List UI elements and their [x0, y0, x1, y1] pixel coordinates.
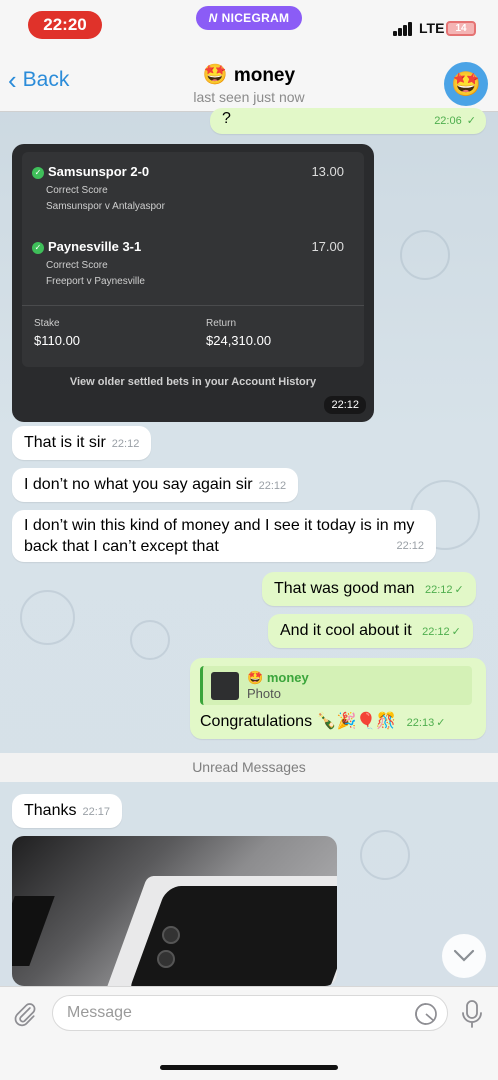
bet-odds: 17.00 [311, 239, 344, 254]
last-seen-status: last seen just now [193, 89, 305, 105]
status-time: 22:20 [28, 11, 102, 39]
message-time: 22:17 [82, 806, 110, 818]
signal-icon [393, 22, 415, 36]
scroll-down-button[interactable] [442, 934, 486, 978]
reply-quote[interactable]: 🤩 money Photo [200, 666, 472, 705]
bet-market: Correct Score [46, 260, 108, 271]
reply-author: money [266, 670, 309, 685]
photo-timestamp: 22:12 [324, 396, 366, 414]
message-text: ? [222, 110, 231, 127]
battery-icon: 14 [446, 21, 476, 36]
message-time: 22:12 [258, 480, 287, 492]
message-time: 22:12 [111, 438, 140, 450]
chat-header: ‹ Back 🤩 money last seen just now 🤩 [0, 50, 498, 112]
message-text: And it cool about it [280, 622, 412, 639]
bet-market: Correct Score [46, 185, 108, 196]
camera-lens [162, 926, 180, 944]
bet-selection: ✓ Samsunspor 2-0 13.00 Correct Score Sams… [32, 164, 354, 212]
message-meta: 22:12 ✓ [422, 626, 461, 638]
message-outgoing-reply[interactable]: 🤩 money Photo Congratulations 🍾🎉🎈🎊 22:13… [190, 658, 486, 739]
microphone-icon[interactable] [460, 999, 484, 1029]
message-text: I don’t no what you say again sir [24, 476, 253, 493]
message-meta: 22:12 ✓ [424, 584, 464, 596]
chat-title: money [233, 65, 296, 86]
bet-card: ✓ Samsunspor 2-0 13.00 Correct Score Sams… [22, 152, 364, 367]
home-indicator [160, 1065, 338, 1070]
message-incoming[interactable]: I don’t win this kind of money and I see… [12, 510, 436, 562]
check-circle-icon: ✓ [32, 167, 44, 179]
message-outgoing[interactable]: And it cool about it 22:12 ✓ [268, 614, 473, 648]
stake-value: $110.00 [34, 333, 81, 348]
message-outgoing[interactable]: ? 22:06 ✓ [210, 108, 486, 134]
read-check-icon: ✓ [451, 626, 461, 638]
return-value: $24,310.00 [206, 333, 272, 348]
nicegram-badge: N NICEGRAM [196, 6, 302, 30]
message-meta: 22:06 ✓ [434, 115, 476, 127]
attach-icon[interactable] [12, 1001, 38, 1027]
check-circle-icon: ✓ [32, 242, 44, 254]
camera-lens [157, 950, 175, 968]
chat-title-area[interactable]: 🤩 money last seen just now [0, 62, 498, 105]
nicegram-logo-icon: N [208, 11, 218, 25]
account-history-link: View older settled bets in your Account … [69, 376, 317, 388]
message-text: That is it sir [24, 434, 106, 451]
bet-slip-photo[interactable]: ✓ Samsunspor 2-0 13.00 Correct Score Sams… [12, 144, 374, 422]
message-incoming[interactable]: Thanks 22:17 [12, 794, 122, 828]
message-incoming[interactable]: I don’t no what you say again sir 22:12 [12, 468, 299, 502]
read-check-icon: ✓ [466, 115, 476, 127]
message-text: I don’t win this kind of money and I see… [24, 517, 415, 555]
message-text: Thanks [24, 802, 77, 819]
chevron-down-icon [453, 949, 475, 962]
network-type: LTE [419, 20, 445, 36]
message-incoming[interactable]: That is it sir 22:12 [12, 426, 152, 460]
sticker-icon[interactable] [414, 1002, 438, 1026]
bet-odds: 13.00 [311, 164, 344, 179]
message-text: Congratulations 🍾🎉🎈🎊 [200, 713, 397, 730]
contact-avatar[interactable]: 🤩 [444, 62, 488, 106]
message-text: That was good man [274, 580, 415, 597]
message-outgoing[interactable]: That was good man 22:12 ✓ [262, 572, 476, 606]
read-check-icon: ✓ [436, 717, 446, 729]
title-emoji: 🤩 [202, 64, 228, 86]
message-meta: 22:13 ✓ [406, 717, 446, 729]
message-time: 22:12 [396, 540, 424, 552]
read-check-icon: ✓ [454, 584, 464, 596]
bet-match: Freeport v Paynesville [46, 276, 145, 287]
unread-messages-divider: Unread Messages [0, 753, 498, 782]
bet-selection: ✓ Paynesville 3-1 17.00 Correct Score Fre… [32, 239, 354, 287]
divider [22, 305, 364, 306]
phone-photo[interactable] [12, 836, 337, 986]
message-input[interactable] [52, 995, 448, 1031]
bet-match: Samsunspor v Antalyaspor [46, 201, 165, 212]
message-composer [0, 986, 498, 1080]
return-label: Return [206, 318, 237, 329]
status-bar: 22:20 N NICEGRAM LTE 14 [0, 0, 498, 50]
reply-type: Photo [247, 686, 281, 701]
reply-thumbnail [211, 671, 239, 700]
stake-label: Stake [34, 318, 60, 329]
